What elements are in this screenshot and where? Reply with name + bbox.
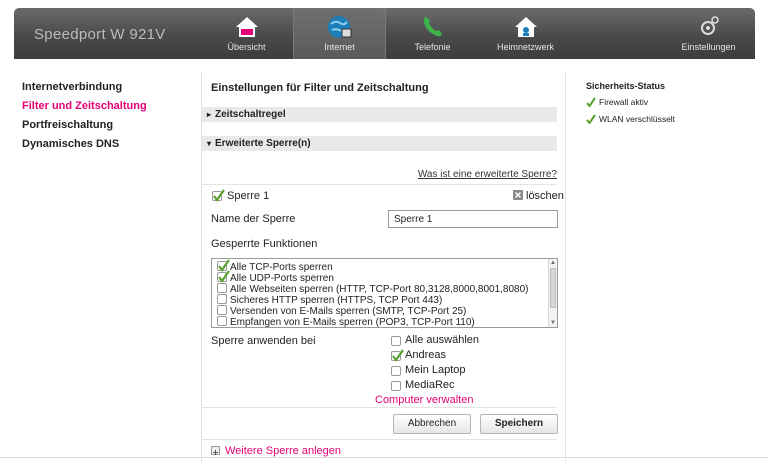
section-zeitschaltregel[interactable]: ▸ Zeitschaltregel [202,107,557,122]
status-item-firewall: Firewall aktiv [586,97,675,114]
save-button[interactable]: Speichern [480,414,558,434]
apply-rule-label: Sperre anwenden bei [211,335,316,347]
check-icon [586,97,596,107]
nav-tab-label: Einstellungen [681,42,736,52]
check-icon [392,349,404,362]
section-label: Zeitschaltregel [215,109,286,120]
status-label: Firewall aktiv [599,97,649,107]
nav-tab-heimnetzwerk[interactable]: Heimnetzwerk [479,8,572,59]
home-icon [233,14,261,40]
device-brand: Speedport W 921V [34,26,166,43]
list-item[interactable]: Empfangen von E-Mails sperren (POP3, TCP… [217,316,475,328]
function-checkbox[interactable] [217,305,227,315]
page-title: Einstellungen für Filter und Zeitschaltu… [211,82,429,94]
divider [202,184,557,185]
sidebar-item-filter-zeitschaltung[interactable]: Filter und Zeitschaltung [22,100,147,119]
function-label: Empfangen von E-Mails sperren (POP3, TCP… [230,317,475,328]
blocked-functions-list[interactable]: Alle TCP-Ports sperren Alle UDP-Ports sp… [211,258,558,328]
divider [0,457,768,458]
check-icon [213,189,225,202]
sidebar-item-dynamisches-dns[interactable]: Dynamisches DNS [22,138,147,157]
device-label: Alle auswählen [405,334,479,346]
scroll-down-icon[interactable]: ▼ [549,319,557,327]
status-label: WLAN verschlüsselt [599,114,676,124]
rule-title: Sperre 1 [227,190,270,202]
phone-icon [419,14,447,40]
function-checkbox[interactable] [217,316,227,326]
rule-enabled-checkbox[interactable] [212,189,225,202]
add-rule-link[interactable]: Weitere Sperre anlegen [225,445,341,457]
security-status: Sicherheits-Status Firewall aktiv WLAN v… [586,81,675,131]
device-checkbox-andreas[interactable] [391,349,404,362]
select-all-checkbox[interactable] [391,336,401,346]
nav-tab-einstellungen[interactable]: Einstellungen [662,8,755,59]
chevron-right-icon: ▸ [207,110,212,119]
cancel-button[interactable]: Abbrechen [393,414,471,434]
delete-rule-link[interactable]: löschen [526,190,564,202]
help-link-erweiterte-sperre[interactable]: Was ist eine erweiterte Sperre? [418,169,557,180]
device-checkbox-mediarec[interactable] [391,381,401,391]
sidebar: Internetverbindung Filter und Zeitschalt… [22,81,147,157]
nav-tab-telefonie[interactable]: Telefonie [386,8,479,59]
globe-icon [326,14,354,40]
security-status-title: Sicherheits-Status [586,81,666,91]
function-checkbox[interactable] [217,294,227,304]
scrollbar-thumb[interactable] [550,268,556,308]
nav-tab-label: Heimnetzwerk [496,42,554,52]
scroll-up-icon[interactable]: ▲ [549,259,557,267]
list-scrollbar[interactable]: ▲ ▼ [548,259,557,327]
rule-name-input[interactable] [388,210,558,228]
manage-computers-link[interactable]: Computer verwalten [375,394,473,406]
check-icon [218,270,230,283]
divider [202,407,557,408]
nav-tab-label: Internet [324,42,355,52]
status-item-wlan: WLAN verschlüsselt [586,114,675,131]
nav-tab-label: Telefonie [414,42,451,52]
expand-plus-icon[interactable] [211,446,220,455]
device-label: Andreas [405,349,446,361]
sidebar-item-portfreischaltung[interactable]: Portfreischaltung [22,119,147,138]
divider [202,439,557,440]
function-checkbox[interactable] [217,283,227,293]
chevron-down-icon: ▾ [207,139,212,148]
sidebar-item-internetverbindung[interactable]: Internetverbindung [22,81,147,100]
delete-icon[interactable] [513,190,523,200]
function-checkbox[interactable] [217,270,230,283]
section-erweiterte-sperren[interactable]: ▾ Erweiterte Sperre(n) [202,136,557,151]
device-label: Mein Laptop [405,364,466,376]
blocked-functions-label: Gesperrte Funktionen [211,238,318,250]
nav-tab-uebersicht[interactable]: Übersicht [200,8,293,59]
nav-tab-internet[interactable]: Internet [293,8,386,59]
home-network-icon [512,14,540,40]
device-checkbox-mein-laptop[interactable] [391,366,401,376]
check-icon [586,114,596,124]
device-label: MediaRec [405,379,455,391]
gear-icon [695,14,723,40]
main-panel: Einstellungen für Filter und Zeitschaltu… [201,72,566,462]
nav-tab-label: Übersicht [227,42,266,52]
top-navigation-bar: Speedport W 921V Übersicht Internet Tele… [14,8,755,59]
section-label: Erweiterte Sperre(n) [215,138,311,149]
rule-name-label: Name der Sperre [211,213,296,225]
